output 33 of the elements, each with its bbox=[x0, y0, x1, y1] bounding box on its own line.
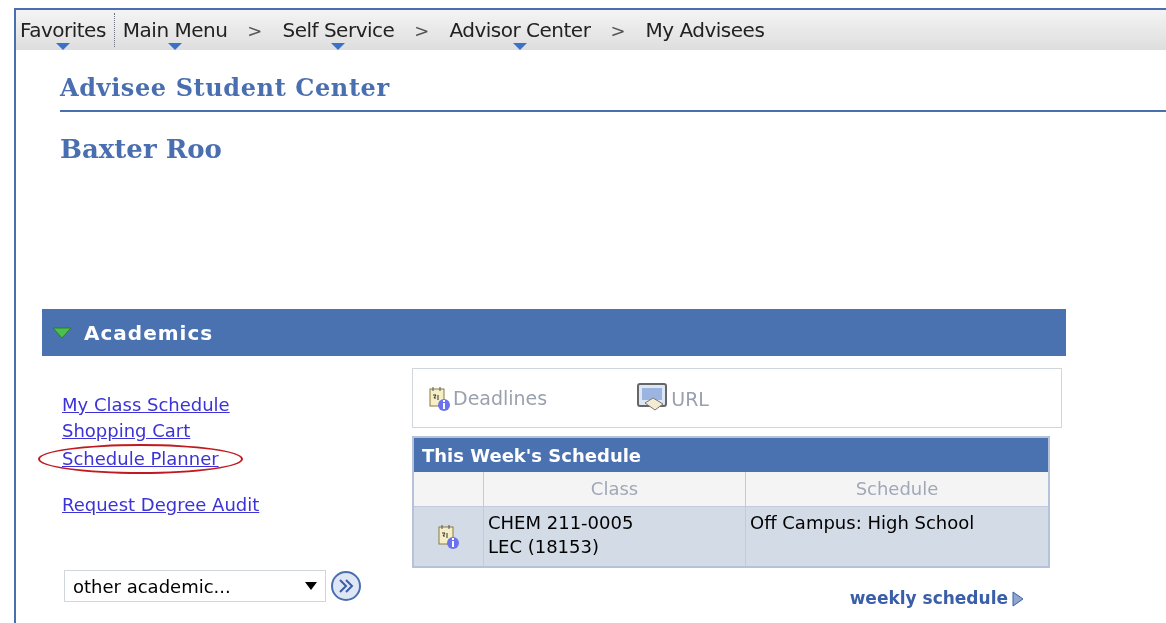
breadcrumb-link[interactable]: Advisor Center bbox=[449, 10, 591, 50]
dropdown-caret-icon bbox=[305, 582, 317, 590]
monitor-icon bbox=[637, 383, 670, 413]
breadcrumb-link[interactable]: My Advisees bbox=[645, 10, 765, 50]
breadcrumb-arrow: > bbox=[610, 18, 626, 43]
caret-icon bbox=[512, 43, 527, 50]
breadcrumb-arrow: > bbox=[247, 18, 263, 43]
caret-icon bbox=[331, 43, 346, 50]
column-header: Schedule bbox=[854, 477, 940, 501]
caret-icon bbox=[168, 43, 183, 50]
academic-link[interactable]: Request Degree Audit bbox=[62, 494, 260, 515]
breadcrumb-link[interactable]: Favorites bbox=[20, 10, 106, 50]
academic-link[interactable]: Shopping Cart bbox=[62, 420, 191, 441]
breadcrumb-link[interactable]: Self Service bbox=[282, 10, 395, 50]
breadcrumb-arrow: > bbox=[414, 18, 430, 43]
academic-link[interactable]: My Class Schedule bbox=[62, 394, 230, 415]
page-title: Advisee Student Center bbox=[60, 72, 391, 104]
student-name: Baxter Roo bbox=[60, 133, 223, 166]
caret-icon bbox=[55, 43, 70, 50]
table-cell-text: Off Campus: High School bbox=[749, 511, 976, 535]
calendar-info-icon bbox=[429, 386, 451, 413]
triangle-icon bbox=[1012, 590, 1024, 607]
table-cell: CHEM 211-0005 LEC (18153) bbox=[484, 507, 746, 566]
column-header: Class bbox=[484, 472, 746, 506]
weekly-schedule-link[interactable]: weekly schedule bbox=[849, 586, 1024, 612]
table-title: This Week's Schedule bbox=[414, 438, 1048, 472]
breadcrumb-link[interactable]: Main Menu bbox=[122, 10, 228, 50]
other-academic-select[interactable]: other academic... bbox=[64, 570, 326, 602]
section-header[interactable]: Academics bbox=[42, 309, 1066, 356]
calendar-info-icon bbox=[437, 523, 460, 550]
academic-link[interactable]: Schedule Planner bbox=[62, 448, 219, 469]
section-title: Academics bbox=[84, 319, 214, 347]
go-button[interactable] bbox=[330, 570, 362, 602]
